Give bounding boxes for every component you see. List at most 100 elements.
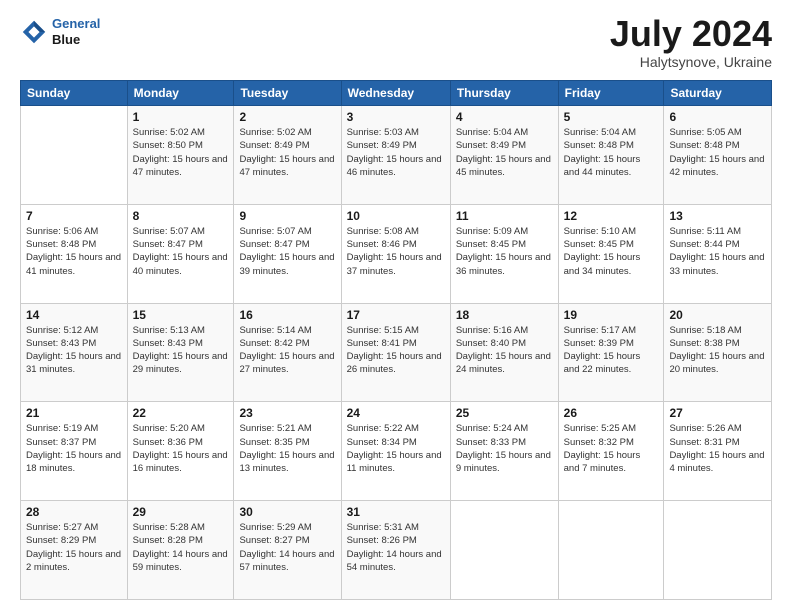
cell-info: Sunrise: 5:10 AM Sunset: 8:45 PM Dayligh… <box>564 225 659 278</box>
cell-3-5: 26 Sunrise: 5:25 AM Sunset: 8:32 PM Dayli… <box>558 402 664 501</box>
cell-info: Sunrise: 5:27 AM Sunset: 8:29 PM Dayligh… <box>26 521 122 574</box>
cell-4-4 <box>450 501 558 600</box>
cell-info: Sunrise: 5:13 AM Sunset: 8:43 PM Dayligh… <box>133 324 229 377</box>
cell-1-2: 9Sunrise: 5:07 AM Sunset: 8:47 PM Daylig… <box>234 204 341 303</box>
cell-2-6: 20 Sunrise: 5:18 AM Sunset: 8:38 PM Dayli… <box>664 303 772 402</box>
week-row-2: 14Sunrise: 5:12 AM Sunset: 8:43 PM Dayli… <box>21 303 772 402</box>
cell-info: Sunrise: 5:28 AM Sunset: 8:28 PM Dayligh… <box>133 521 229 574</box>
cell-date: 15 <box>133 308 229 322</box>
week-row-0: 1 Sunrise: 5:02 AM Sunset: 8:50 PM Daylig… <box>21 106 772 205</box>
cell-date: 14 <box>26 308 122 322</box>
header: General Blue July 2024 Halytsynove, Ukra… <box>20 16 772 70</box>
cell-date: 13 <box>669 209 766 223</box>
cell-info: Sunrise: 5:16 AM Sunset: 8:40 PM Dayligh… <box>456 324 553 377</box>
logo-line2: Blue <box>52 32 100 48</box>
cell-0-2: 2 Sunrise: 5:02 AM Sunset: 8:49 PM Daylig… <box>234 106 341 205</box>
cell-0-3: 3Sunrise: 5:03 AM Sunset: 8:49 PM Daylig… <box>341 106 450 205</box>
col-saturday: Saturday <box>664 81 772 106</box>
logo-line1: General <box>52 16 100 31</box>
cell-2-4: 18 Sunrise: 5:16 AM Sunset: 8:40 PM Dayli… <box>450 303 558 402</box>
col-tuesday: Tuesday <box>234 81 341 106</box>
cell-4-5 <box>558 501 664 600</box>
cell-info: Sunrise: 5:29 AM Sunset: 8:27 PM Dayligh… <box>239 521 335 574</box>
month-title: July 2024 <box>610 16 772 52</box>
cell-date: 19 <box>564 308 659 322</box>
cell-3-3: 24 Sunrise: 5:22 AM Sunset: 8:34 PM Dayli… <box>341 402 450 501</box>
cell-date: 2 <box>239 110 335 124</box>
cell-0-1: 1 Sunrise: 5:02 AM Sunset: 8:50 PM Daylig… <box>127 106 234 205</box>
cell-2-0: 14Sunrise: 5:12 AM Sunset: 8:43 PM Dayli… <box>21 303 128 402</box>
cell-date: 1 <box>133 110 229 124</box>
cell-2-5: 19 Sunrise: 5:17 AM Sunset: 8:39 PM Dayli… <box>558 303 664 402</box>
cell-info: Sunrise: 5:04 AM Sunset: 8:49 PM Dayligh… <box>456 126 553 179</box>
cell-3-4: 25 Sunrise: 5:24 AM Sunset: 8:33 PM Dayli… <box>450 402 558 501</box>
cell-info: Sunrise: 5:02 AM Sunset: 8:50 PM Dayligh… <box>133 126 229 179</box>
col-thursday: Thursday <box>450 81 558 106</box>
cell-date: 30 <box>239 505 335 519</box>
week-row-1: 7Sunrise: 5:06 AM Sunset: 8:48 PM Daylig… <box>21 204 772 303</box>
cell-date: 17 <box>347 308 445 322</box>
col-wednesday: Wednesday <box>341 81 450 106</box>
cell-1-4: 11Sunrise: 5:09 AM Sunset: 8:45 PM Dayli… <box>450 204 558 303</box>
cell-date: 11 <box>456 209 553 223</box>
page: General Blue July 2024 Halytsynove, Ukra… <box>0 0 792 612</box>
cell-date: 29 <box>133 505 229 519</box>
cell-date: 24 <box>347 406 445 420</box>
cell-info: Sunrise: 5:20 AM Sunset: 8:36 PM Dayligh… <box>133 422 229 475</box>
cell-0-4: 4Sunrise: 5:04 AM Sunset: 8:49 PM Daylig… <box>450 106 558 205</box>
cell-info: Sunrise: 5:07 AM Sunset: 8:47 PM Dayligh… <box>133 225 229 278</box>
cell-info: Sunrise: 5:21 AM Sunset: 8:35 PM Dayligh… <box>239 422 335 475</box>
cell-info: Sunrise: 5:18 AM Sunset: 8:38 PM Dayligh… <box>669 324 766 377</box>
week-row-4: 28 Sunrise: 5:27 AM Sunset: 8:29 PM Dayli… <box>21 501 772 600</box>
cell-4-1: 29 Sunrise: 5:28 AM Sunset: 8:28 PM Dayli… <box>127 501 234 600</box>
cell-date: 25 <box>456 406 553 420</box>
cell-4-0: 28 Sunrise: 5:27 AM Sunset: 8:29 PM Dayli… <box>21 501 128 600</box>
logo: General Blue <box>20 16 100 47</box>
cell-date: 27 <box>669 406 766 420</box>
title-block: July 2024 Halytsynove, Ukraine <box>610 16 772 70</box>
cell-date: 8 <box>133 209 229 223</box>
col-sunday: Sunday <box>21 81 128 106</box>
cell-3-2: 23 Sunrise: 5:21 AM Sunset: 8:35 PM Dayli… <box>234 402 341 501</box>
cell-date: 6 <box>669 110 766 124</box>
cell-info: Sunrise: 5:04 AM Sunset: 8:48 PM Dayligh… <box>564 126 659 179</box>
logo-text: General Blue <box>52 16 100 47</box>
cell-info: Sunrise: 5:17 AM Sunset: 8:39 PM Dayligh… <box>564 324 659 377</box>
cell-date: 20 <box>669 308 766 322</box>
cell-info: Sunrise: 5:05 AM Sunset: 8:48 PM Dayligh… <box>669 126 766 179</box>
col-monday: Monday <box>127 81 234 106</box>
cell-date: 3 <box>347 110 445 124</box>
cell-info: Sunrise: 5:26 AM Sunset: 8:31 PM Dayligh… <box>669 422 766 475</box>
cell-info: Sunrise: 5:11 AM Sunset: 8:44 PM Dayligh… <box>669 225 766 278</box>
cell-info: Sunrise: 5:25 AM Sunset: 8:32 PM Dayligh… <box>564 422 659 475</box>
location: Halytsynove, Ukraine <box>610 54 772 70</box>
cell-date: 9 <box>239 209 335 223</box>
cell-2-2: 16Sunrise: 5:14 AM Sunset: 8:42 PM Dayli… <box>234 303 341 402</box>
cell-date: 28 <box>26 505 122 519</box>
cell-1-6: 13 Sunrise: 5:11 AM Sunset: 8:44 PM Dayli… <box>664 204 772 303</box>
header-row: Sunday Monday Tuesday Wednesday Thursday… <box>21 81 772 106</box>
cell-date: 26 <box>564 406 659 420</box>
cell-info: Sunrise: 5:15 AM Sunset: 8:41 PM Dayligh… <box>347 324 445 377</box>
week-row-3: 21Sunrise: 5:19 AM Sunset: 8:37 PM Dayli… <box>21 402 772 501</box>
cell-info: Sunrise: 5:19 AM Sunset: 8:37 PM Dayligh… <box>26 422 122 475</box>
cell-date: 10 <box>347 209 445 223</box>
cell-0-6: 6 Sunrise: 5:05 AM Sunset: 8:48 PM Daylig… <box>664 106 772 205</box>
cell-4-6 <box>664 501 772 600</box>
cell-info: Sunrise: 5:22 AM Sunset: 8:34 PM Dayligh… <box>347 422 445 475</box>
cell-date: 18 <box>456 308 553 322</box>
cell-date: 12 <box>564 209 659 223</box>
cell-info: Sunrise: 5:08 AM Sunset: 8:46 PM Dayligh… <box>347 225 445 278</box>
cell-3-1: 22Sunrise: 5:20 AM Sunset: 8:36 PM Dayli… <box>127 402 234 501</box>
cell-info: Sunrise: 5:31 AM Sunset: 8:26 PM Dayligh… <box>347 521 445 574</box>
cell-1-5: 12 Sunrise: 5:10 AM Sunset: 8:45 PM Dayli… <box>558 204 664 303</box>
cell-2-3: 17 Sunrise: 5:15 AM Sunset: 8:41 PM Dayli… <box>341 303 450 402</box>
cell-info: Sunrise: 5:02 AM Sunset: 8:49 PM Dayligh… <box>239 126 335 179</box>
cell-date: 7 <box>26 209 122 223</box>
cell-date: 31 <box>347 505 445 519</box>
cell-info: Sunrise: 5:24 AM Sunset: 8:33 PM Dayligh… <box>456 422 553 475</box>
logo-icon <box>20 18 48 46</box>
cell-date: 23 <box>239 406 335 420</box>
calendar-table: Sunday Monday Tuesday Wednesday Thursday… <box>20 80 772 600</box>
cell-3-0: 21Sunrise: 5:19 AM Sunset: 8:37 PM Dayli… <box>21 402 128 501</box>
